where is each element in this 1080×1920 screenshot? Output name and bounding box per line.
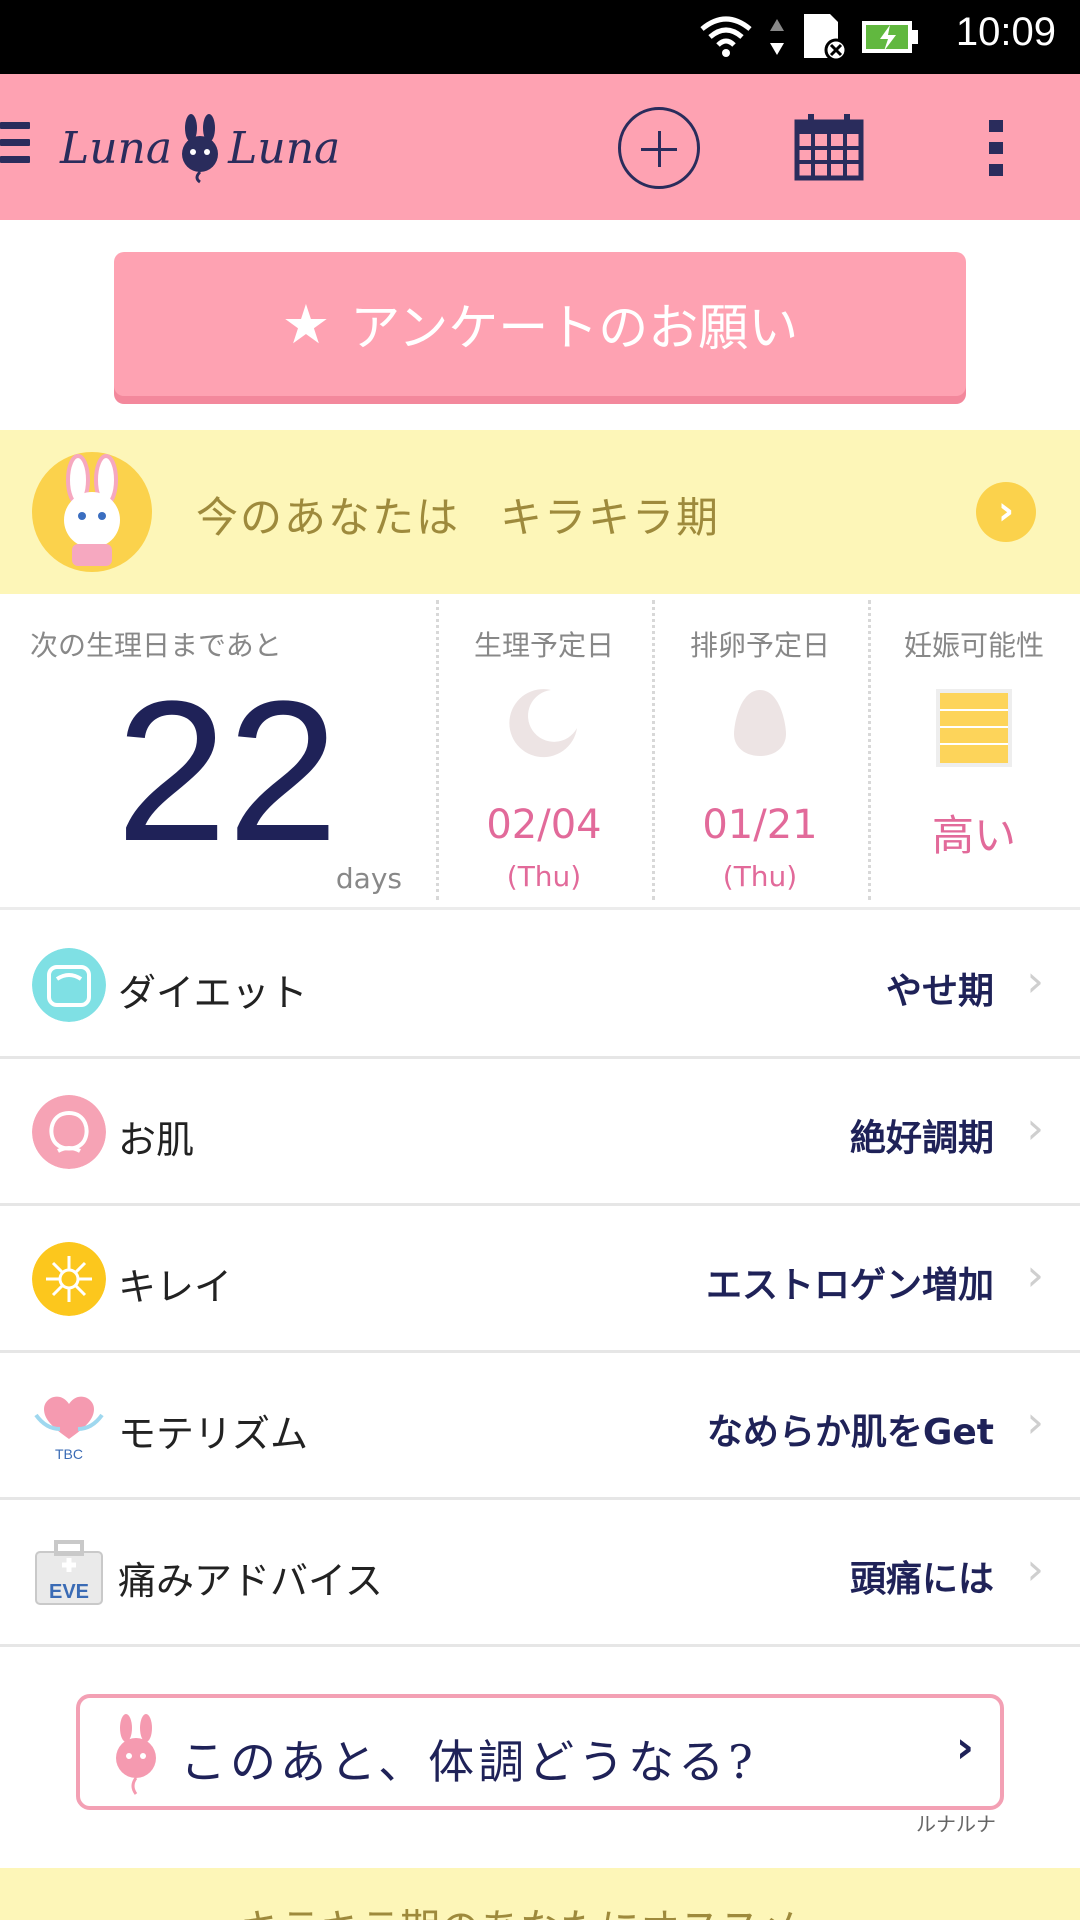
- star-icon: ★: [281, 292, 331, 356]
- cycle-info-row: 次の生理日まであと 22 days 生理予定日 02/04 (Thu) 排卵予定…: [0, 594, 1080, 910]
- status-time: 10:09: [955, 10, 1056, 54]
- egg-icon: [734, 690, 786, 756]
- bunny-character-avatar: [32, 452, 152, 572]
- list-item-label: モテリズム: [118, 1412, 309, 1456]
- period-label: 生理予定日: [473, 629, 614, 662]
- list-item-value: 絶好調期: [849, 1118, 994, 1159]
- tbc-icon-text: TBC: [55, 1446, 83, 1462]
- period-day: (Thu): [506, 860, 582, 893]
- list-item-skin[interactable]: お肌 絶好調期 ›: [0, 1059, 1080, 1206]
- list-item-label: キレイ: [118, 1265, 233, 1309]
- logo-text-left: Luna: [60, 122, 173, 174]
- calendar-icon[interactable]: [794, 112, 864, 182]
- moon-icon: [509, 689, 577, 758]
- list-item-pain-advice[interactable]: EVE 痛みアドバイス 頭痛には ›: [0, 1500, 1080, 1647]
- eve-box-icon: EVE: [35, 1540, 103, 1605]
- list-item-value: やせ期: [885, 971, 994, 1012]
- fertility-chance[interactable]: 妊娠可能性 高い: [868, 594, 1080, 904]
- app-logo: Luna Luna: [60, 108, 340, 188]
- current-phase-banner[interactable]: 今のあなたは キラキラ期 ›: [0, 430, 1080, 594]
- bunny-icon: [116, 1714, 156, 1795]
- more-options-icon[interactable]: [986, 120, 1006, 176]
- fertility-value: 高い: [931, 811, 1016, 860]
- data-arrows-icon: [770, 19, 784, 55]
- chevron-right-icon: ›: [1026, 956, 1044, 1007]
- list-item-label: お肌: [118, 1118, 195, 1162]
- ovulation-date: 01/21: [702, 802, 818, 848]
- list-item-beauty[interactable]: キレイ エストロゲン増加 ›: [0, 1206, 1080, 1353]
- bunny-logo-icon: [182, 114, 219, 184]
- survey-button[interactable]: ★ アンケートのお願い: [114, 252, 966, 396]
- tbc-heart-icon: TBC: [34, 1396, 104, 1462]
- body-forecast-button[interactable]: このあと、体調どうなる? ›: [76, 1694, 1004, 1810]
- next-period-countdown[interactable]: 次の生理日まであと 22 days: [0, 594, 436, 904]
- list-item-mote-rhythm[interactable]: TBC モテリズム なめらか肌をGet ›: [0, 1353, 1080, 1500]
- countdown-value: 22: [116, 660, 339, 883]
- chevron-right-icon: ›: [1026, 1250, 1044, 1301]
- recommendation-label: キラキラ期のあなたにオススメ: [240, 1896, 800, 1920]
- list-item-value: なめらか肌をGet: [706, 1412, 994, 1453]
- forecast-brand-text: ルナルナ: [916, 1812, 996, 1836]
- fertility-level-icon: [936, 689, 1012, 767]
- expected-period[interactable]: 生理予定日 02/04 (Thu): [436, 594, 652, 904]
- chevron-right-icon: ›: [1026, 1397, 1044, 1448]
- expected-ovulation[interactable]: 排卵予定日 01/21 (Thu): [652, 594, 868, 904]
- list-item-value: 頭痛には: [849, 1559, 994, 1600]
- eve-icon-text: EVE: [49, 1581, 89, 1603]
- chevron-right-icon: ›: [1026, 1544, 1044, 1595]
- ovulation-day: (Thu): [722, 860, 798, 893]
- list-item-diet[interactable]: ダイエット やせ期 ›: [0, 912, 1080, 1059]
- fertility-label: 妊娠可能性: [903, 629, 1044, 662]
- list-item-label: 痛みアドバイス: [118, 1559, 383, 1603]
- logo-text-right: Luna: [228, 122, 341, 174]
- sparkle-icon: [32, 1242, 106, 1316]
- period-date: 02/04: [486, 802, 602, 848]
- phase-name: キラキラ期: [500, 493, 721, 542]
- countdown-label: 次の生理日まであと: [30, 629, 282, 662]
- phase-text: 今のあなたは キラキラ期: [196, 484, 720, 545]
- status-bar: 10:09: [0, 0, 1080, 74]
- app-bar: Luna Luna: [0, 74, 1080, 220]
- status-icons: [698, 12, 920, 62]
- countdown-unit: days: [335, 862, 402, 895]
- sd-card-icon: [804, 14, 846, 62]
- list-item-label: ダイエット: [118, 971, 308, 1015]
- forecast-label: このあと、体調どうなる?: [180, 1735, 757, 1789]
- recommendation-banner[interactable]: キラキラ期のあなたにオススメ: [0, 1868, 1080, 1920]
- peach-icon: [32, 1095, 106, 1169]
- condition-list: ダイエット やせ期 › お肌 絶好調期 › キレイ エストロゲン増加 › TBC…: [0, 912, 1080, 1647]
- chevron-right-icon[interactable]: ›: [976, 482, 1036, 542]
- add-record-icon[interactable]: [618, 107, 700, 189]
- list-item-value: エストロゲン増加: [705, 1265, 994, 1306]
- scale-icon: [32, 948, 106, 1022]
- phase-prefix: 今のあなたは: [196, 493, 461, 542]
- battery-charging-icon: [862, 21, 918, 53]
- wifi-icon: [700, 16, 752, 57]
- ovulation-label: 排卵予定日: [689, 629, 830, 662]
- survey-button-label: アンケートのお願い: [350, 299, 799, 357]
- chevron-right-icon: ›: [1026, 1103, 1044, 1154]
- chevron-right-icon: ›: [955, 1722, 974, 1773]
- menu-icon[interactable]: [0, 122, 34, 170]
